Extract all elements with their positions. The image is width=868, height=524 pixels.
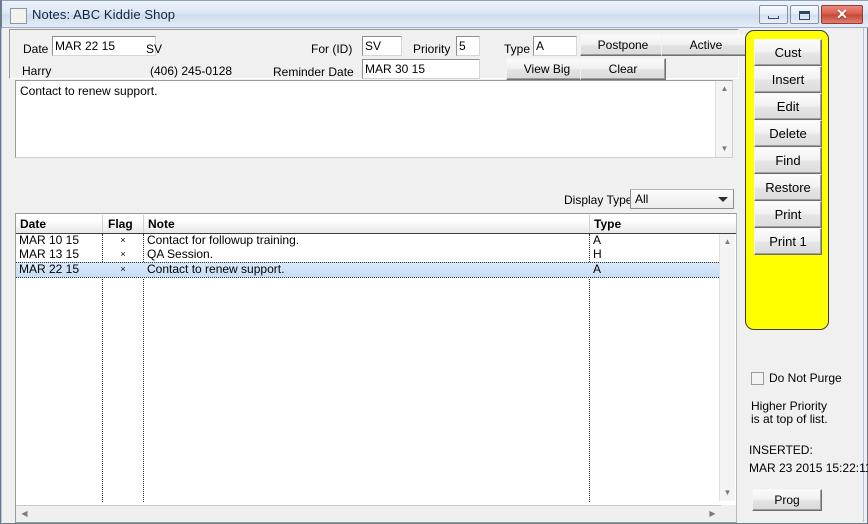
postpone-button[interactable]: Postpone [580, 34, 666, 56]
grid-scroll-up-icon[interactable]: ▲ [720, 235, 735, 249]
prog-button[interactable]: Prog [752, 489, 822, 511]
restore-button[interactable]: Restore [754, 174, 822, 201]
cell-note: QA Session. [147, 248, 214, 261]
header-separator[interactable] [143, 215, 144, 233]
active-button[interactable]: Active [661, 34, 751, 56]
column-header-flag[interactable]: Flag [108, 217, 133, 231]
maximize-icon [799, 11, 810, 20]
grid-scroll-left-icon[interactable]: ◀ [17, 507, 32, 521]
cell-date: MAR 22 15 [19, 263, 80, 276]
grid-vertical-scrollbar[interactable]: ▲ ▼ [719, 234, 735, 501]
cell-flag: × [120, 235, 126, 245]
cell-flag: × [120, 264, 126, 274]
priority-input[interactable] [456, 36, 480, 56]
contact-name-text: Harry [22, 64, 52, 78]
header-separator[interactable] [589, 215, 590, 233]
do-not-purge-label[interactable]: Do Not Purge [769, 371, 842, 385]
close-icon: ✕ [836, 6, 848, 22]
action-sidebar: Cust Insert Edit Delete Find Restore Pri… [745, 30, 829, 330]
reminder-date-label: Reminder Date [273, 65, 354, 79]
cell-type: A [593, 263, 602, 276]
print-button[interactable]: Print [754, 201, 822, 228]
cell-note: Contact for followup training. [147, 234, 300, 247]
priority-label: Priority [413, 42, 451, 56]
header-separator[interactable] [102, 215, 103, 233]
note-vertical-scrollbar[interactable]: ▲ ▼ [715, 81, 732, 157]
record-form-panel: Date SV Harry (406) 245-0128 For (ID) Pr… [9, 29, 751, 80]
column-header-note[interactable]: Note [148, 217, 175, 231]
find-button[interactable]: Find [754, 147, 822, 174]
inserted-timestamp: MAR 23 2015 15:22:11 [749, 461, 868, 475]
scrollbar-corner [721, 505, 736, 522]
print-1-button[interactable]: Print 1 [754, 228, 822, 255]
view-big-button[interactable]: View Big [506, 58, 588, 80]
table-row-selected[interactable]: MAR 22 15 × Contact to renew support. A [16, 262, 721, 278]
for-id-label: For (ID) [311, 42, 353, 56]
column-header-type[interactable]: Type [594, 217, 621, 231]
note-textarea[interactable] [18, 82, 712, 160]
scroll-down-icon[interactable]: ▼ [717, 142, 732, 156]
insert-button[interactable]: Insert [754, 66, 822, 93]
maximize-button[interactable] [790, 5, 819, 24]
type-input[interactable] [533, 36, 577, 56]
cell-date: MAR 13 15 [19, 248, 80, 261]
do-not-purge-checkbox[interactable] [751, 372, 764, 385]
for-id-input[interactable] [362, 36, 402, 56]
edit-button[interactable]: Edit [754, 93, 822, 120]
right-edge-line [863, 28, 864, 522]
cell-type: A [593, 234, 602, 247]
reminder-date-input[interactable] [362, 59, 480, 79]
column-header-date[interactable]: Date [20, 217, 46, 231]
grid-scroll-right-icon[interactable]: ▶ [705, 507, 720, 521]
cell-date: MAR 10 15 [19, 234, 80, 247]
grid-scroll-down-icon[interactable]: ▼ [720, 486, 735, 500]
hint-line-2: is at top of list. [751, 412, 828, 426]
minimize-button[interactable] [759, 5, 788, 24]
window-titlebar: Notes: ABC Kiddie Shop ✕ [1, 0, 868, 28]
clear-button[interactable]: Clear [580, 58, 666, 80]
delete-button[interactable]: Delete [754, 120, 822, 147]
grid-horizontal-scrollbar[interactable]: ◀ ▶ [16, 505, 736, 522]
grid-body: MAR 10 15 × Contact for followup trainin… [16, 234, 721, 502]
table-row[interactable]: MAR 10 15 × Contact for followup trainin… [16, 234, 721, 248]
cell-type: H [593, 248, 602, 261]
contact-phone-text: (406) 245-0128 [150, 64, 233, 78]
close-button[interactable]: ✕ [821, 5, 863, 24]
minimize-icon [768, 16, 779, 19]
scroll-up-icon[interactable]: ▲ [717, 82, 732, 96]
hint-line-1: Higher Priority [751, 399, 828, 413]
inserted-label: INSERTED: [749, 443, 813, 457]
display-type-select[interactable]: All [630, 189, 734, 209]
display-type-value: All [635, 192, 649, 206]
app-square-icon [10, 8, 27, 24]
cell-flag: × [120, 249, 126, 259]
note-textarea-wrapper: ▲ ▼ [15, 80, 733, 160]
date-label: Date [23, 42, 49, 56]
initials-text: SV [146, 42, 163, 56]
window-title: Notes: ABC Kiddie Shop [32, 7, 176, 22]
cell-note: Contact to renew support. [147, 263, 285, 276]
display-type-label: Display Type: [564, 193, 636, 207]
client-area: Date SV Harry (406) 245-0128 For (ID) Pr… [1, 28, 868, 523]
type-label: Type [504, 42, 531, 56]
grid-header-row: Date Flag Note Type [16, 214, 736, 234]
notes-window: Notes: ABC Kiddie Shop ✕ Date SV Harry (… [0, 0, 868, 524]
chevron-down-icon [718, 197, 728, 202]
left-edge-line [1, 28, 2, 522]
table-row[interactable]: MAR 13 15 × QA Session. H [16, 248, 721, 262]
date-input[interactable] [52, 36, 156, 56]
cust-button[interactable]: Cust [754, 39, 822, 66]
notes-grid: Date Flag Note Type MAR 10 15 × Contact … [15, 213, 737, 523]
